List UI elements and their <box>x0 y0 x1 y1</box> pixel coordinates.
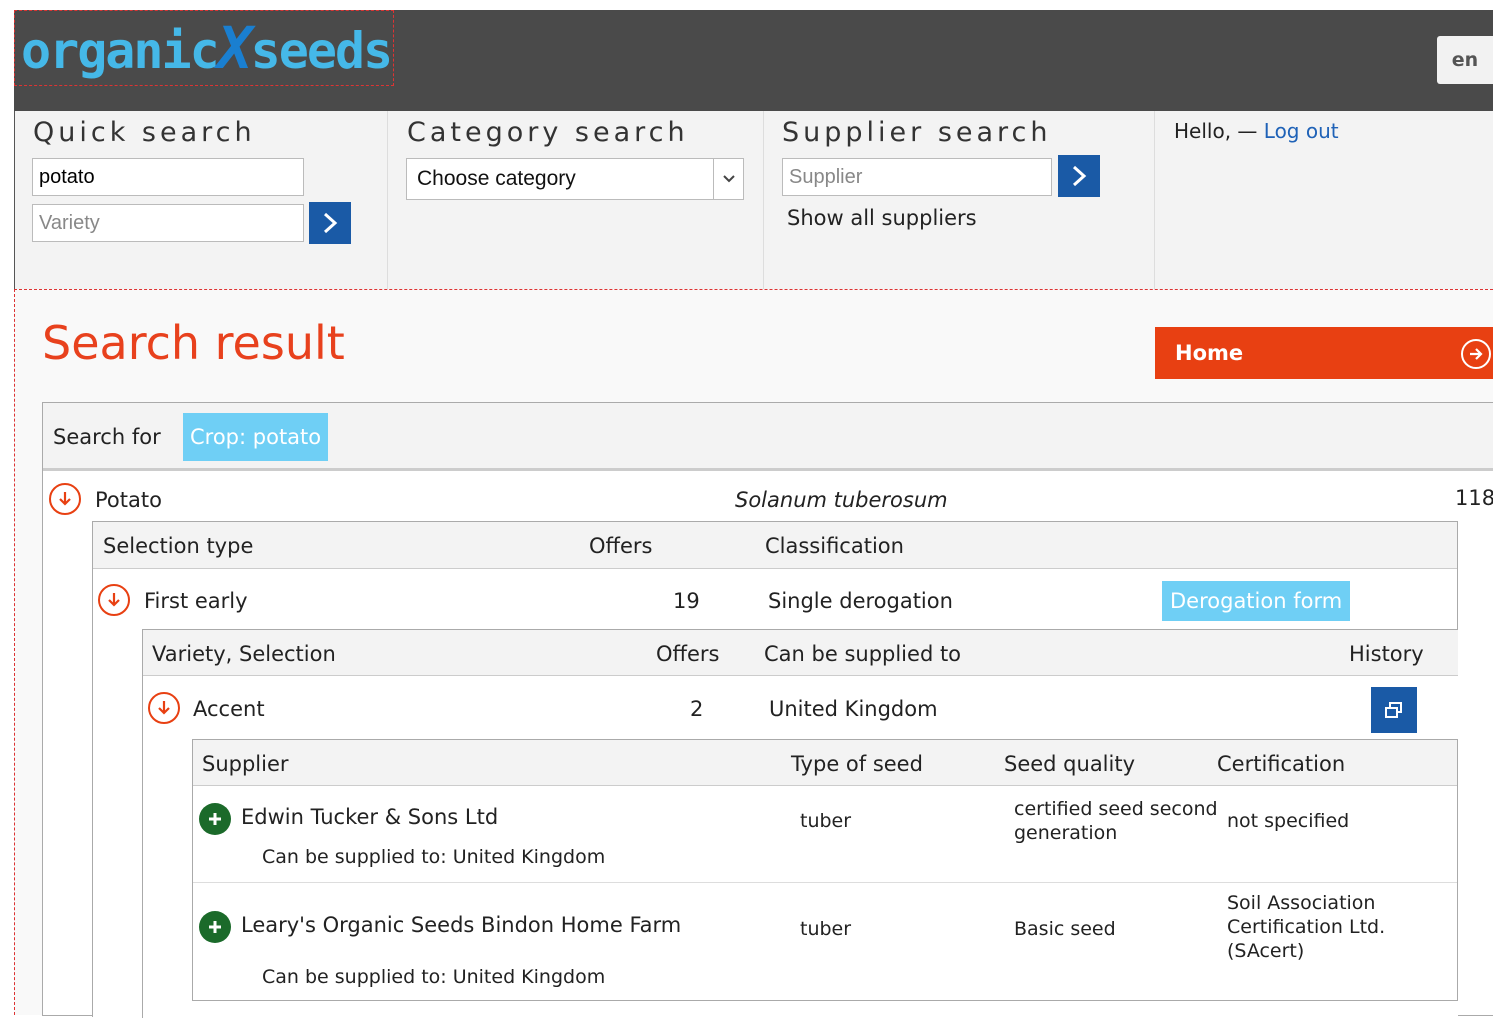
variety-offers-value: 2 <box>690 697 704 721</box>
selection-type-table: Selection type Offers Classification Fir… <box>92 521 1458 1018</box>
variety-header: Variety, Selection Offers Can be supplie… <box>143 630 1458 676</box>
category-select[interactable]: Choose category <box>406 158 744 200</box>
variety-input[interactable]: Variety <box>32 204 304 242</box>
window-restore-icon <box>1385 702 1402 718</box>
expand-supplier-icon[interactable] <box>199 911 231 943</box>
seed-type: tuber <box>800 918 852 940</box>
supplier-delivery-note: Can be supplied to: United Kingdom <box>262 846 606 868</box>
col-offers: Offers <box>589 534 653 558</box>
supplier-delivery-note: Can be supplied to: United Kingdom <box>262 966 606 988</box>
classification-link[interactable]: Single derogation <box>768 589 953 613</box>
logo: organicXseeds <box>21 14 393 82</box>
selection-type-header: Selection type Offers Classification <box>93 522 1457 569</box>
row-divider <box>193 882 1457 883</box>
collapse-selection-icon[interactable] <box>98 584 130 616</box>
col-classification: Classification <box>765 534 904 558</box>
col-certification: Certification <box>1217 752 1346 776</box>
supplier-search-panel: Supplier search Supplier Show all suppli… <box>764 111 1155 289</box>
col-selection-type: Selection type <box>103 534 254 558</box>
quick-search-panel: Quick search potato Variety <box>15 111 388 289</box>
supplier-search-submit-button[interactable] <box>1058 155 1100 197</box>
arrow-right-circle-icon <box>1461 339 1491 369</box>
supplier-link[interactable]: Edwin Tucker & Sons Ltd <box>241 805 498 829</box>
collapse-variety-icon[interactable] <box>148 692 180 724</box>
supplier-link[interactable]: Leary's Organic Seeds Bindon Home Farm <box>241 913 681 937</box>
category-search-panel: Category search Choose category <box>389 111 764 289</box>
col-variety-offers: Offers <box>656 642 720 666</box>
collapse-crop-icon[interactable] <box>49 483 81 515</box>
search-filter-tag[interactable]: Crop: potato <box>183 413 329 461</box>
quick-search-submit-button[interactable] <box>309 202 351 244</box>
main-content: Search result Home Search for Crop: pota… <box>14 289 1493 1018</box>
col-type-of-seed: Type of seed <box>791 752 923 776</box>
chevron-right-icon <box>323 212 338 234</box>
seed-quality: certified seed second generation <box>1014 798 1218 844</box>
col-seed-quality: Seed quality <box>1004 752 1136 776</box>
expand-supplier-icon[interactable] <box>199 803 231 835</box>
selection-type-value: First early <box>144 589 248 613</box>
derogation-form-button[interactable]: Derogation form <box>1162 581 1351 621</box>
col-history: History <box>1349 642 1424 666</box>
show-all-suppliers-link[interactable]: Show all suppliers <box>787 206 977 230</box>
logout-link[interactable]: Log out <box>1264 119 1339 143</box>
chevron-right-icon <box>1072 165 1087 187</box>
results-panel: Search for Crop: potato Potato Solanum t… <box>42 402 1493 1018</box>
seed-type: tuber <box>800 810 852 832</box>
variety-table: Variety, Selection Offers Can be supplie… <box>142 629 1458 1018</box>
crop-name: Potato <box>95 488 162 512</box>
supplier-header: Supplier Type of seed Seed quality Certi… <box>193 740 1457 786</box>
variety-name: Accent <box>193 697 265 721</box>
search-for-label: Search for <box>53 425 161 449</box>
col-supplier: Supplier <box>202 752 289 776</box>
selection-offers-value: 19 <box>673 589 700 613</box>
logo-link[interactable]: organicXseeds <box>14 10 394 86</box>
col-variety: Variety, Selection <box>152 642 336 666</box>
seed-quality: Basic seed <box>1014 918 1116 940</box>
variety-supplied-to: United Kingdom <box>769 697 938 721</box>
supplier-input[interactable]: Supplier <box>782 158 1052 196</box>
supplier-search-title: Supplier search <box>782 117 1052 148</box>
crop-input[interactable]: potato <box>32 158 304 196</box>
supplier-table: Supplier Type of seed Seed quality Certi… <box>192 739 1458 1001</box>
certification: Soil Association Certification Ltd. (SAc… <box>1227 892 1386 962</box>
greeting: Hello, — Log out <box>1174 119 1339 143</box>
crop-offer-count: 118 <box>1455 486 1493 510</box>
quick-search-title: Quick search <box>33 117 256 148</box>
home-button[interactable]: Home <box>1155 327 1493 379</box>
search-bar: Quick search potato Variety Category sea… <box>14 111 1493 289</box>
page-title: Search result <box>42 316 345 370</box>
history-button[interactable] <box>1371 687 1417 733</box>
chevron-down-icon <box>713 159 743 199</box>
search-for-bar: Search for Crop: potato <box>43 403 1493 471</box>
category-search-title: Category search <box>407 117 689 148</box>
crop-latin-name: Solanum tuberosum <box>735 488 948 512</box>
certification: not specified <box>1227 810 1350 832</box>
col-supplied-to: Can be supplied to <box>764 642 962 666</box>
language-button[interactable]: en <box>1437 36 1493 84</box>
